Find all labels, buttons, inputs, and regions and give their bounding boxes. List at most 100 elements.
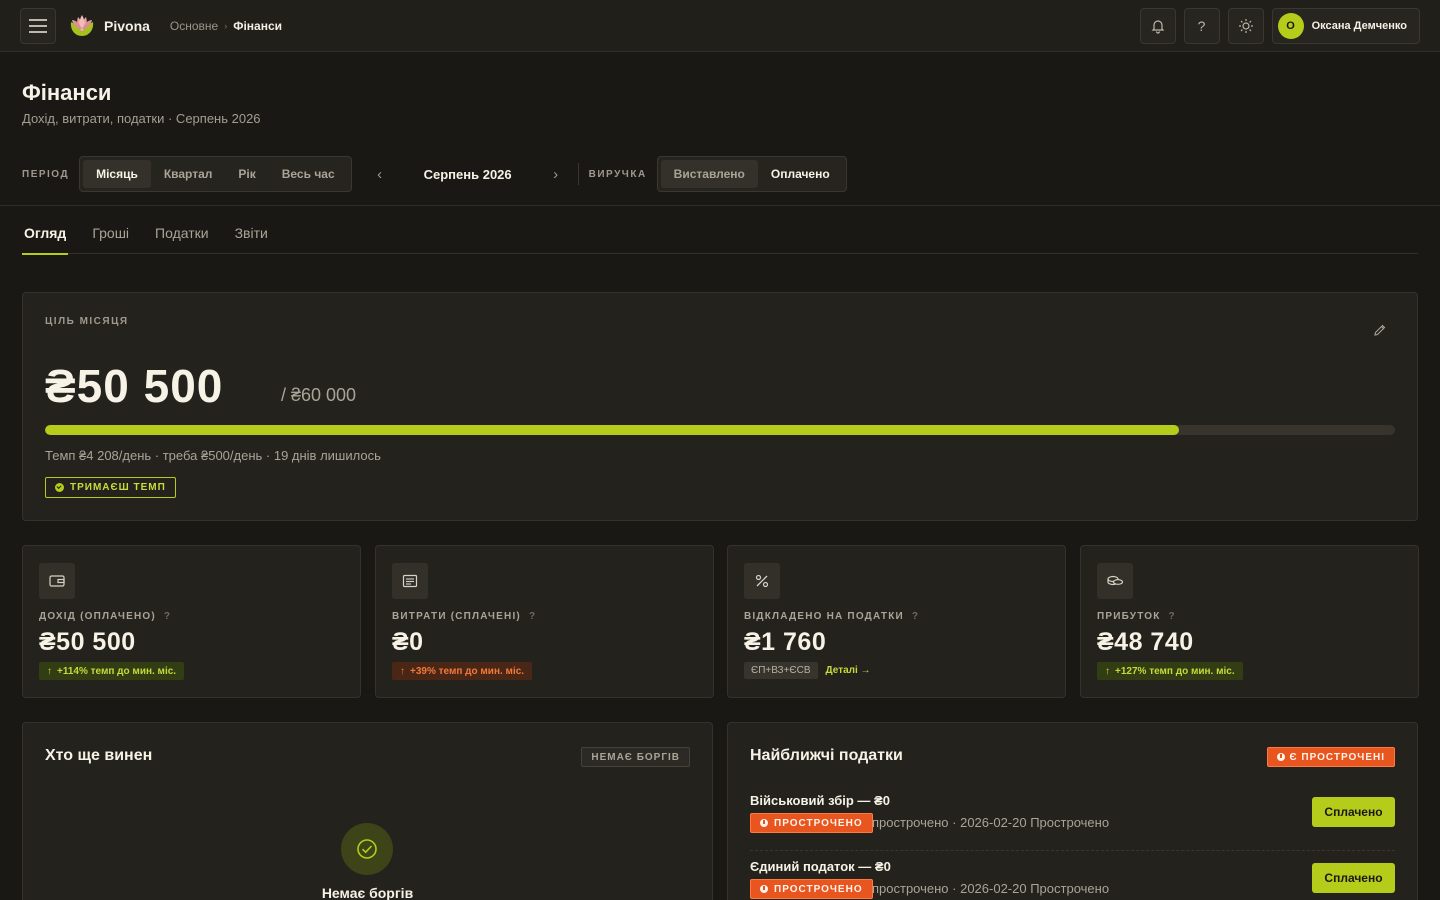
stat-value: ₴1 760 xyxy=(744,628,827,656)
stat-delta-text: +127% темп до мин. міс. xyxy=(1115,665,1235,677)
breadcrumb-current: Фінанси xyxy=(233,18,283,33)
monthly-goal-card: ЦІЛЬ МІСЯЦЯ ₴50 500 / ₴60 000 Темп ₴4 20… xyxy=(22,292,1418,521)
tax-item: Військовий збір — ₴0 ПРОСТРОЧЕНО простро… xyxy=(750,791,1395,851)
stat-delta-badge: ↑ +39% темп до мин. міс. xyxy=(392,662,533,680)
tax-due-info: прострочено · 2026-02-20 Прострочено xyxy=(872,881,1110,896)
breadcrumb-home[interactable]: Основне xyxy=(170,19,218,33)
bell-icon xyxy=(1151,19,1165,34)
user-menu-button[interactable]: О Оксана Демченко xyxy=(1271,7,1420,44)
stat-delta-text: +114% темп до мин. міс. xyxy=(57,665,177,677)
arrow-up-icon: ↑ xyxy=(47,665,52,677)
goal-current-value: ₴50 500 xyxy=(45,360,224,412)
tab-overview[interactable]: Огляд xyxy=(22,212,69,255)
chevron-right-icon: › xyxy=(224,20,228,31)
tax-details-link[interactable]: Деталі → xyxy=(826,665,871,676)
wallet-icon xyxy=(39,563,75,599)
arrow-up-icon: ↑ xyxy=(400,665,405,677)
period-selector: Місяць Квартал Рік Весь час xyxy=(79,156,352,192)
revenue-label: ВИРУЧКА xyxy=(588,168,647,180)
tab-reports[interactable]: Звіти xyxy=(233,212,270,254)
goal-progress-fill xyxy=(45,425,1179,435)
help-icon[interactable]: ? xyxy=(164,611,170,622)
pace-status-badge: ТРИМАЄШ ТЕМП xyxy=(45,477,176,498)
goal-label: ЦІЛЬ МІСЯЦЯ xyxy=(45,316,129,327)
tax-status-text: ПРОСТРОЧЕНО xyxy=(774,883,863,895)
percent-icon xyxy=(744,563,780,599)
no-debts-badge: НЕМАЄ БОРГІВ xyxy=(581,747,690,767)
tax-status-text: ПРОСТРОЧЕНО xyxy=(774,817,863,829)
mark-paid-button[interactable]: Сплачено xyxy=(1312,863,1395,893)
breadcrumb: Основне › Фінанси xyxy=(170,19,282,33)
arrow-up-icon: ↑ xyxy=(1105,665,1110,677)
revenue-paid[interactable]: Оплачено xyxy=(758,160,843,188)
app-name: Pivona xyxy=(104,17,150,34)
stat-label: ВІДКЛАДЕНО НА ПОДАТКИ? xyxy=(744,611,919,622)
logo[interactable]: Pivona xyxy=(66,10,150,42)
overdue-badge: Є ПРОСТРОЧЕНІ xyxy=(1266,747,1395,767)
sun-icon xyxy=(1238,18,1253,33)
tax-due-info: прострочено · 2026-02-20 Прострочено xyxy=(872,815,1110,830)
top-bar: Pivona Основне › Фінанси ? О Оксана Демч… xyxy=(0,0,1440,52)
help-icon[interactable]: ? xyxy=(529,611,535,622)
help-button[interactable]: ? xyxy=(1183,7,1220,44)
divider xyxy=(0,205,1440,206)
top-actions: ? О Оксана Демченко xyxy=(1139,7,1420,44)
tax-breakdown: ЄП+ВЗ+ЄСВ Деталі → xyxy=(744,662,871,679)
mark-paid-button[interactable]: Сплачено xyxy=(1312,797,1395,827)
alert-icon xyxy=(760,819,768,827)
help-icon: ? xyxy=(1197,17,1206,34)
tax-status-badge: ПРОСТРОЧЕНО xyxy=(750,879,873,899)
month-label: Серпень 2026 xyxy=(423,166,512,182)
stat-delta-badge: ↑ +127% темп до мин. міс. xyxy=(1097,662,1243,680)
tab-taxes[interactable]: Податки xyxy=(153,212,211,254)
debtors-panel: Хто ще винен НЕМАЄ БОРГІВ Немає боргів xyxy=(22,722,713,900)
alert-icon xyxy=(760,885,768,893)
stat-value: ₴0 xyxy=(392,628,424,656)
tax-name: Єдиний податок — ₴0 xyxy=(750,859,891,874)
stat-label: ПРИБУТОК? xyxy=(1097,611,1175,622)
tax-status-badge: ПРОСТРОЧЕНО xyxy=(750,813,873,833)
edit-goal-button[interactable] xyxy=(1373,323,1387,340)
theme-toggle-button[interactable] xyxy=(1227,7,1264,44)
stat-delta-badge: ↑ +114% темп до мин. міс. xyxy=(39,662,185,680)
peony-logo-icon xyxy=(70,14,94,36)
help-icon[interactable]: ? xyxy=(1169,611,1175,622)
user-name: Оксана Демченко xyxy=(1311,19,1407,32)
stat-label: ВИТРАТИ (СПЛАЧЕНІ)? xyxy=(392,611,536,622)
check-circle-icon xyxy=(55,483,64,492)
period-label: ПЕРІОД xyxy=(22,168,70,180)
period-year[interactable]: Рік xyxy=(225,160,268,188)
taxes-title: Найближчі податки xyxy=(750,747,903,764)
tab-bar: Огляд Гроші Податки Звіти xyxy=(22,212,1418,255)
coins-icon xyxy=(1097,563,1133,599)
goal-target-value: / ₴60 000 xyxy=(281,385,357,405)
period-quarter[interactable]: Квартал xyxy=(151,160,226,188)
stat-card-income: ДОХІД (ОПЛАЧЕНО)? ₴50 500 ↑ +114% темп д… xyxy=(22,545,361,698)
pace-status-text: ТРИМАЄШ ТЕМП xyxy=(70,482,166,493)
chevron-left-icon[interactable]: ‹ xyxy=(372,166,388,183)
stat-card-expenses: ВИТРАТИ (СПЛАЧЕНІ)? ₴0 ↑ +39% темп до ми… xyxy=(375,545,714,698)
chevron-right-icon[interactable]: › xyxy=(548,166,564,183)
divider xyxy=(577,163,579,185)
receipt-icon xyxy=(392,563,428,599)
tab-money[interactable]: Гроші xyxy=(90,212,131,254)
notifications-button[interactable] xyxy=(1139,7,1176,44)
goal-progress-bar xyxy=(45,425,1395,435)
stat-card-tax-reserve: ВІДКЛАДЕНО НА ПОДАТКИ? ₴1 760 ЄП+ВЗ+ЄСВ … xyxy=(727,545,1066,698)
period-month[interactable]: Місяць xyxy=(83,160,151,188)
tax-item: Єдиний податок — ₴0 ПРОСТРОЧЕНО простроч… xyxy=(750,857,1395,900)
filter-bar: ПЕРІОД Місяць Квартал Рік Весь час ‹ Сер… xyxy=(22,156,847,192)
page-subtitle: Дохід, витрати, податки · Серпень 2026 xyxy=(22,111,261,126)
stat-value: ₴50 500 xyxy=(39,628,136,656)
stat-value: ₴48 740 xyxy=(1097,628,1194,656)
overdue-badge-text: Є ПРОСТРОЧЕНІ xyxy=(1289,751,1385,763)
pencil-icon xyxy=(1374,324,1386,336)
alert-icon xyxy=(1276,753,1285,761)
check-circle-icon xyxy=(341,823,393,875)
period-all-time[interactable]: Весь час xyxy=(269,160,348,188)
tax-name: Військовий збір — ₴0 xyxy=(750,793,890,808)
menu-button[interactable] xyxy=(20,7,56,44)
stat-label: ДОХІД (ОПЛАЧЕНО)? xyxy=(39,611,170,622)
help-icon[interactable]: ? xyxy=(912,611,918,622)
revenue-invoiced[interactable]: Виставлено xyxy=(660,160,758,188)
